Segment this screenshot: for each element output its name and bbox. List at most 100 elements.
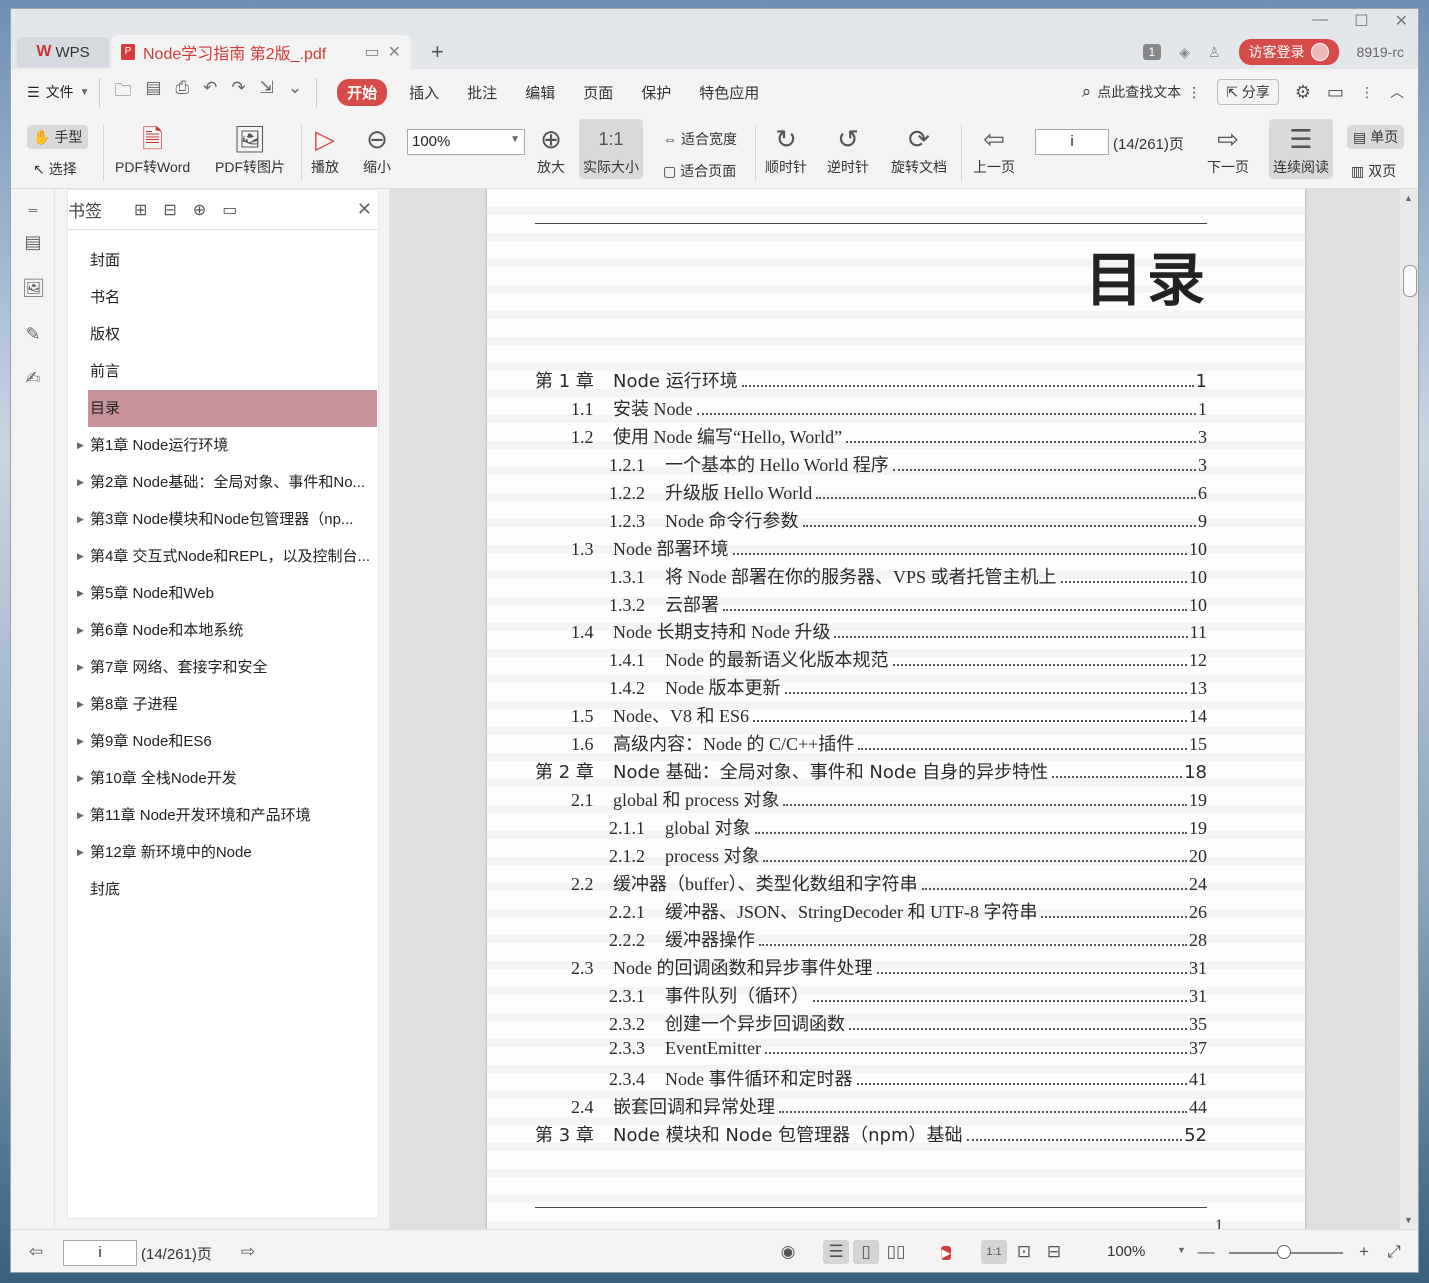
bookmark-item[interactable]: 封底 [68,871,378,908]
gear-icon[interactable]: ⚙ [1295,82,1311,103]
page-number-input[interactable]: i [1035,129,1109,155]
open-folder-icon[interactable]: 🗀 [114,78,131,107]
redo-icon[interactable]: ↷ [231,78,245,107]
expand-caret-icon[interactable]: ▶ [77,501,84,538]
close-icon[interactable]: ✕ [357,199,372,220]
toc-entry[interactable]: 第 3 章 Node 模块和 Node 包管理器（npm）基础 52 [535,1121,1207,1149]
tab-special[interactable]: 特色应用 [685,82,773,103]
expand-caret-icon[interactable]: ▶ [77,538,84,575]
expand-caret-icon[interactable]: ▶ [77,760,84,797]
bookmark-item[interactable]: ▶ 第1章 Node运行环境 [68,427,378,464]
fit-page-icon[interactable]: ⊡ [1011,1240,1037,1264]
bookmark-item[interactable]: 书名 [68,279,378,316]
expand-caret-icon[interactable]: ▶ [77,575,84,612]
zoom-out-icon[interactable]: — [1193,1240,1219,1264]
zoom-in-icon[interactable]: + [1351,1240,1377,1264]
actual-size-button[interactable]: 1:1 实际大小 [579,119,643,179]
rotate-clockwise-button[interactable]: ↻ 顺时针 [765,121,807,177]
bookmark-item[interactable]: 目录 [88,390,377,427]
select-tool-button[interactable]: ↖ 选择 [33,159,77,179]
toc-entry[interactable]: 1.4 Node 长期支持和 Node 升级 11 [535,618,1207,646]
file-menu[interactable]: ☰ 文件 ▼ [27,82,99,102]
toc-entry[interactable]: 1.3.2 云部署 10 [535,591,1207,619]
expand-caret-icon[interactable]: ▶ [77,427,84,464]
annotation-icon[interactable]: ✎ [22,323,44,345]
toc-entry[interactable]: 第 2 章 Node 基础：全局对象、事件和 Node 自身的异步特性 18 [535,758,1207,786]
document-tab[interactable]: P Node学习指南 第2版_.pdf ▭ ✕ [111,35,411,69]
share-button[interactable]: ⇱ 分享 [1217,79,1279,105]
toc-entry[interactable]: 2.3.1 事件队列（循环） 31 [535,982,1207,1010]
find-text-button[interactable]: ⌕ 点此查找文本 ⋮ [1082,82,1202,102]
pdf-to-word-button[interactable]: 🗎 PDF转Word [115,121,190,177]
zoom-slider[interactable] [1229,1245,1343,1259]
single-page-button[interactable]: ▤ 单页 [1347,125,1405,149]
expand-caret-icon[interactable]: ▶ [77,686,84,723]
save-icon[interactable]: ▤ [145,78,161,107]
toc-entry[interactable]: 1.2.3 Node 命令行参数 9 [535,507,1207,535]
bookmark-item[interactable]: ▶ 第6章 Node和本地系统 [68,612,378,649]
expand-caret-icon[interactable]: ▶ [77,649,84,686]
bookmark-item[interactable]: 版权 [68,316,378,353]
tab-page[interactable]: 页面 [569,82,627,103]
toc-entry[interactable]: 2.3.3 EventEmitter 37 [535,1038,1207,1066]
fit-width-button[interactable]: ⇔ 适合宽度 [663,129,737,149]
toc-entry[interactable]: 1.6 高级内容：Node 的 C/C++插件 15 [535,730,1207,758]
expand-caret-icon[interactable]: ▶ [77,723,84,760]
toc-entry[interactable]: 2.3 Node 的回调函数和异步事件处理 31 [535,954,1207,982]
undo-icon[interactable]: ↶ [203,78,217,107]
collapse-all-icon[interactable]: ⊟ [163,200,176,220]
signature-icon[interactable]: ✍ [22,367,44,389]
continuous-read-button[interactable]: ☰ 连续阅读 [1269,119,1333,179]
toc-entry[interactable]: 2.1.2 process 对象 20 [535,842,1207,870]
zoom-slider-knob[interactable] [1277,1245,1291,1259]
expand-caret-icon[interactable]: ▶ [77,612,84,649]
toc-entry[interactable]: 2.3.2 创建一个异步回调函数 35 [535,1010,1207,1038]
actual-size-icon[interactable]: 1:1 [981,1240,1007,1264]
rotate-document-button[interactable]: ⟳ 旋转文档 [891,121,947,177]
zoom-in-button[interactable]: ⊕ 放大 [537,121,565,177]
prev-page-icon[interactable]: ⇦ [23,1240,49,1264]
bookmark-item[interactable]: ▶ 第2章 Node基础：全局对象、事件和No... [68,464,378,501]
toc-entry[interactable]: 2.1 global 和 process 对象 19 [535,786,1207,814]
fit-page-button[interactable]: ▢ 适合页面 [663,161,736,181]
export-icon[interactable]: ⇲ [260,78,274,107]
close-icon[interactable]: ✕ [1395,11,1408,31]
more-icon[interactable]: ⋮ [1360,84,1374,101]
skin-icon[interactable]: ◈ [1179,44,1190,61]
bookmark-list-icon[interactable]: ▤ [22,231,44,253]
toc-entry[interactable]: 1.3 Node 部署环境 10 [535,535,1207,563]
toc-entry[interactable]: 1.2.1 一个基本的 Hello World 程序 3 [535,451,1207,479]
bookmark-item[interactable]: ▶ 第9章 Node和ES6 [68,723,378,760]
bookmark-item[interactable]: ▶ 第8章 子进程 [68,686,378,723]
double-page-button[interactable]: ▥ 双页 [1351,161,1396,181]
kebab-icon[interactable]: ⋮ [1187,84,1201,101]
hand-tool-button[interactable]: ✋ 手型 [27,125,89,149]
single-view-icon[interactable]: ▯ [853,1240,879,1264]
expand-caret-icon[interactable]: ▶ [77,797,84,834]
comment-icon[interactable]: ▭ [1327,82,1344,103]
tab-insert[interactable]: 插入 [395,82,453,103]
toc-entry[interactable]: 1.3.1 将 Node 部署在你的服务器、VPS 或者托管主机上 10 [535,563,1207,591]
expand-all-icon[interactable]: ⊞ [134,200,147,220]
play-icon[interactable]: ▶ [933,1240,959,1264]
minimize-icon[interactable]: — [1312,11,1328,31]
toc-entry[interactable]: 1.4.1 Node 的最新语义化版本规范 12 [535,646,1207,674]
bookmark-item[interactable]: ▶ 第3章 Node模块和Node包管理器（np... [68,501,378,538]
thumbnail-icon[interactable]: 🖼 [22,277,45,299]
more-dropdown-icon[interactable]: ⌄ [288,78,302,107]
tab-close-icon[interactable]: ✕ [388,42,401,62]
continuous-view-icon[interactable]: ☰ [823,1240,849,1264]
tab-annotate[interactable]: 批注 [453,82,511,103]
maximize-icon[interactable]: ☐ [1354,11,1368,31]
play-button[interactable]: ▷ 播放 [311,121,339,177]
bookmark-item[interactable]: ▶ 第12章 新环境中的Node [68,834,378,871]
prev-page-button[interactable]: ⇦ 上一页 [973,121,1015,177]
scroll-down-icon[interactable]: ▼ [1404,1215,1413,1225]
zoom-out-button[interactable]: ⊖ 缩小 [363,121,391,177]
next-page-button[interactable]: ⇨ 下一页 [1207,121,1249,177]
bookmark-item[interactable]: ▶ 第5章 Node和Web [68,575,378,612]
add-bookmark-icon[interactable]: ⊕ [193,200,206,220]
pdf-to-image-button[interactable]: 🖼 PDF转图片 [215,121,285,177]
vertical-scrollbar[interactable]: ▲ ▼ [1400,189,1418,1229]
zoom-dropdown-icon[interactable]: ▼ [1177,1245,1186,1255]
